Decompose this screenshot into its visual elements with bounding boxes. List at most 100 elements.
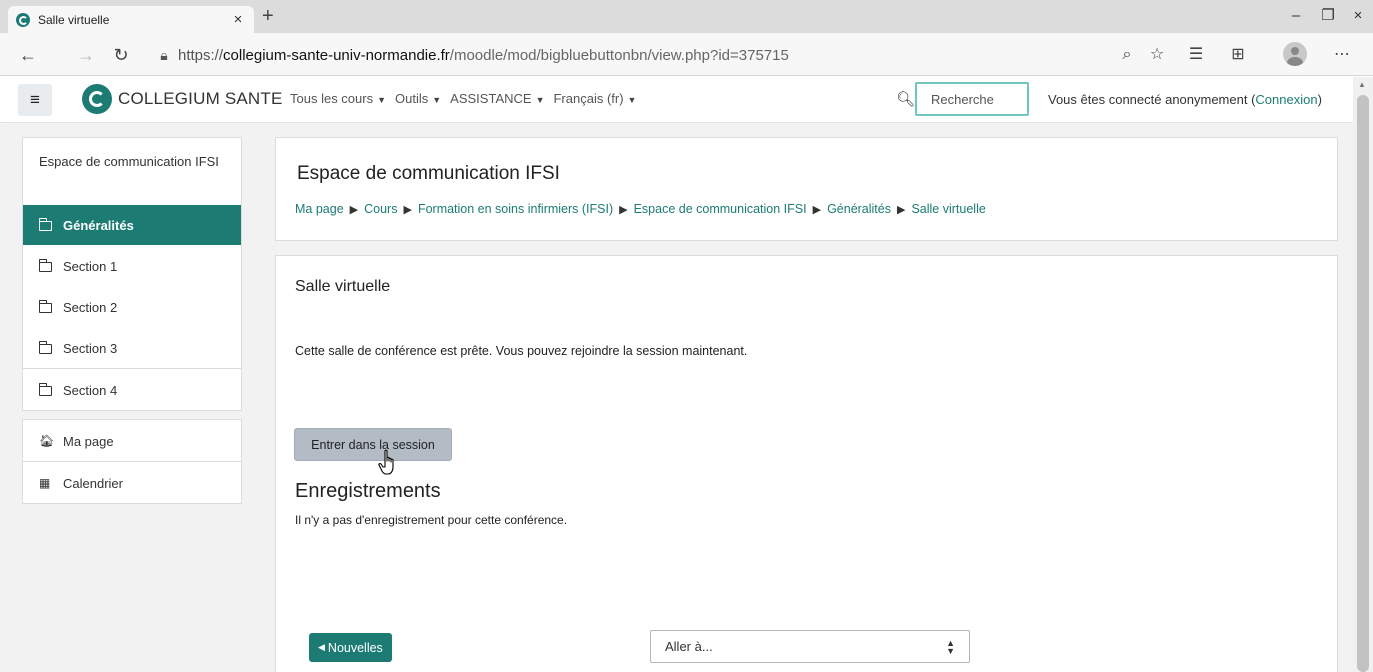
custom-menu: Tous les cours ▼ Outils ▼ ASSISTANCE ▼ Fran… (290, 91, 645, 106)
browser-tab[interactable]: Salle virtuelle × (8, 6, 254, 33)
breadcrumb-item[interactable]: Cours (364, 202, 397, 216)
collegium-logo-icon (82, 84, 112, 114)
jump-to-value: Aller à... (665, 639, 713, 654)
tab-title: Salle virtuelle (38, 12, 110, 27)
sidebar-item-label: Section 4 (63, 382, 118, 398)
sidebar-item-label: Ma page (63, 433, 114, 449)
caret-down-icon: ▼ (535, 95, 545, 105)
previous-activity-label: Nouvelles (327, 640, 383, 655)
calendar-icon: ▦ (39, 476, 51, 490)
triangle-left-icon: ◀ (318, 642, 325, 652)
login-info: Vous êtes connecté anonymement (Connexio… (1048, 92, 1322, 107)
previous-activity-button[interactable]: ◀ Nouvelles (309, 633, 392, 662)
caret-down-icon: ▼ (627, 95, 637, 105)
site-brand[interactable]: COLLEGIUM SANTE (82, 84, 283, 114)
breadcrumb-item[interactable]: Formation en soins infirmiers (IFSI) (418, 202, 613, 216)
close-tab-icon[interactable]: × (230, 11, 246, 28)
menu-tous-les-cours[interactable]: Tous les cours ▼ (290, 91, 386, 106)
sidebar-item-section-2[interactable]: Section 2 (23, 286, 241, 327)
breadcrumb-separator-icon: ▶ (349, 204, 359, 216)
login-status-text: Vous êtes connecté anonymement ( (1048, 92, 1256, 107)
menu-label: Français (fr) (553, 91, 624, 106)
sidebar-item-label: Section 2 (63, 299, 118, 315)
join-session-button[interactable]: Entrer dans la session (294, 428, 452, 461)
folder-icon (38, 383, 55, 396)
site-name: COLLEGIUM SANTE (118, 89, 283, 108)
minimize-button[interactable]: – (1281, 4, 1311, 28)
sidebar-item-label: Section 1 (63, 258, 118, 274)
breadcrumb-separator-icon: ▶ (897, 204, 906, 216)
new-tab-button[interactable]: + (262, 6, 274, 26)
sidebar-item-label: Section 3 (63, 340, 118, 356)
sidebar-item-section-3[interactable]: Section 3 (23, 327, 241, 368)
url-host: collegium-sante-univ-normandie.fr (223, 46, 450, 64)
more-options-icon[interactable]: ⋯ (1330, 43, 1354, 67)
zoom-icon[interactable]: ⌕ (1115, 43, 1139, 67)
collegium-favicon-icon (16, 12, 30, 27)
menu-assistance[interactable]: ASSISTANCE ▼ (450, 91, 544, 106)
profile-avatar[interactable] (1283, 42, 1307, 66)
login-link[interactable]: Connexion (1255, 92, 1317, 107)
back-arrow-icon[interactable]: ← (16, 43, 40, 67)
caret-down-icon: ▼ (377, 95, 387, 105)
restore-button[interactable]: ❐ (1313, 4, 1343, 28)
page-header: Espace de communication IFSI Ma page ▶ Cou… (275, 137, 1338, 241)
refresh-icon[interactable]: ↻ (109, 43, 133, 67)
lock-icon: 🔒︎ (160, 46, 168, 63)
activity-content: Salle virtuelle Cette salle de conférenc… (275, 255, 1338, 672)
recordings-empty-message: Il n'y a pas d'enregistrement pour cette… (295, 513, 568, 527)
url-prefix: https:// (178, 46, 224, 64)
breadcrumb-item[interactable]: Espace de communication IFSI (634, 202, 807, 216)
hamburger-icon: ≡ (30, 90, 40, 109)
folder-icon (38, 300, 55, 313)
breadcrumb-separator-icon: ▶ (812, 204, 822, 216)
caret-down-icon: ▼ (432, 95, 442, 105)
menu-label: Tous les cours (290, 91, 374, 106)
sidebar-course-name[interactable]: Espace de communication IFSI (23, 138, 241, 204)
jump-to-select[interactable]: Aller à... ▲ ▼ (650, 630, 970, 663)
sidebar-item-label: Calendrier (63, 475, 123, 491)
url-path: /moodle/mod/bigbluebuttonbn/view.php?id=… (449, 46, 789, 64)
forward-arrow-icon[interactable]: → (74, 43, 98, 67)
page-scrollbar[interactable]: ▲ (1353, 77, 1373, 672)
drawer-toggle-button[interactable]: ≡ (18, 84, 52, 116)
login-paren: ) (1317, 92, 1322, 107)
breadcrumb-separator-icon: ▶ (619, 204, 628, 216)
home-icon: 🏠︎ (39, 434, 55, 448)
search-icon[interactable]: 🔍︎ (896, 90, 915, 108)
scroll-up-icon[interactable]: ▲ (1358, 80, 1366, 89)
close-window-button[interactable]: × (1343, 4, 1373, 28)
breadcrumb-item[interactable]: Ma page (295, 202, 344, 216)
breadcrumb: Ma page ▶ Cours ▶ Formation en soins infirmi… (295, 202, 986, 216)
folder-icon (38, 341, 55, 354)
breadcrumb-item[interactable]: Généralités (827, 202, 891, 216)
site-navigation: 🏠︎ Ma page ▦ Calendrier (22, 419, 242, 504)
menu-outils[interactable]: Outils ▼ (395, 91, 441, 106)
folder-icon (38, 259, 55, 272)
address-bar[interactable]: 🔒︎ https://collegium-sante-univ-normandi… (150, 40, 1180, 70)
course-navigation: Espace de communication IFSI Généralités… (22, 137, 242, 411)
sidebar-item-section-4[interactable]: Section 4 (23, 369, 241, 410)
sidebar-item-ma-page[interactable]: 🏠︎ Ma page (23, 420, 241, 461)
collections-icon[interactable]: ⊞ (1226, 43, 1250, 67)
favorites-list-icon[interactable]: ☰ (1184, 43, 1208, 67)
search-input[interactable] (931, 91, 1021, 107)
search-field[interactable] (915, 82, 1029, 116)
site-navbar: ≡ COLLEGIUM SANTE Tous les cours ▼ Outils… (0, 77, 1353, 123)
sidebar-item-label: Généralités (63, 217, 134, 233)
browser-tab-strip: Salle virtuelle × + – ❐ × (0, 0, 1373, 33)
sidebar-item-calendrier[interactable]: ▦ Calendrier (23, 462, 241, 503)
select-arrows-icon: ▲ ▼ (946, 638, 955, 656)
scrollbar-thumb[interactable] (1357, 95, 1369, 672)
recordings-heading: Enregistrements (295, 480, 441, 502)
menu-label: Outils (395, 91, 429, 106)
breadcrumb-item-current[interactable]: Salle virtuelle (911, 202, 985, 216)
sidebar-item-section-1[interactable]: Section 1 (23, 245, 241, 286)
room-status-message: Cette salle de conférence est prête. Vou… (295, 344, 748, 358)
favorite-star-icon[interactable]: ☆ (1145, 43, 1169, 67)
menu-label: ASSISTANCE (450, 91, 532, 106)
menu-language[interactable]: Français (fr) ▼ (553, 91, 636, 106)
sidebar-item-generalites[interactable]: Généralités (23, 204, 241, 245)
browser-toolbar: ← → ↻ 🔒︎ https://collegium-sante-univ-no… (0, 33, 1373, 76)
hand-pointer-cursor-icon (378, 449, 394, 475)
